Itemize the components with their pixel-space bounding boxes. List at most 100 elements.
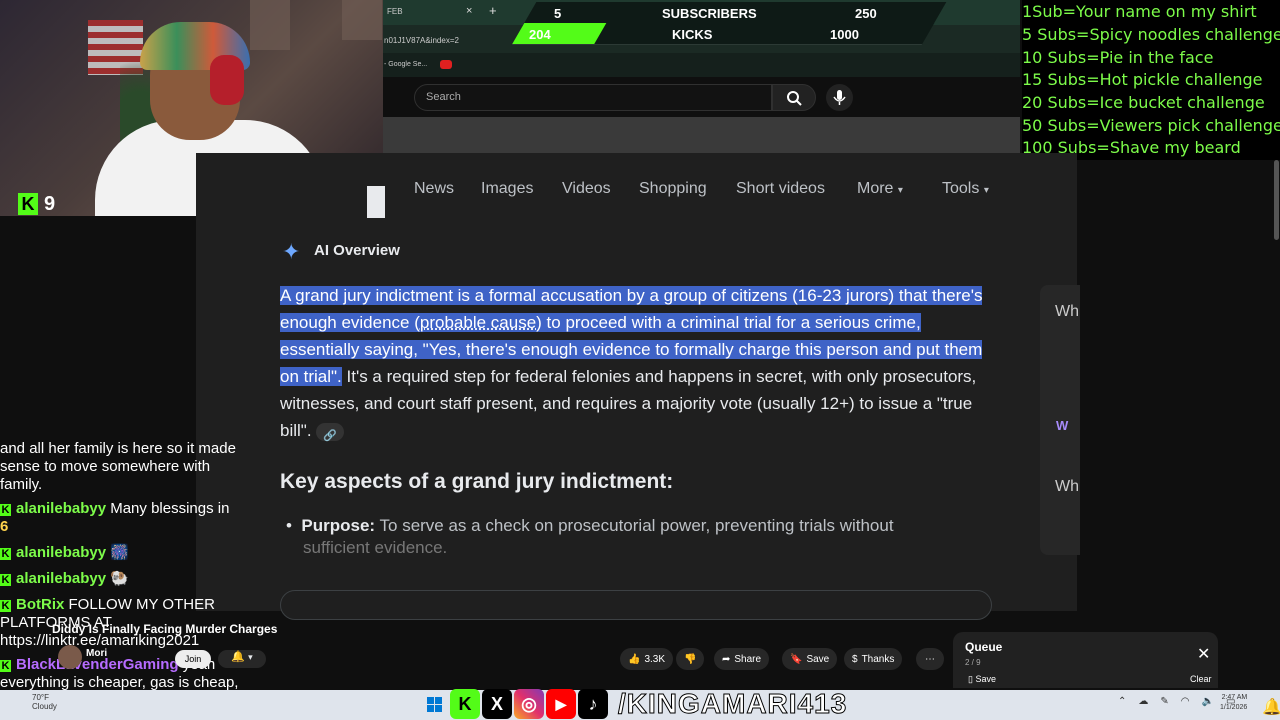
- search-placeholder[interactable]: Search: [426, 91, 461, 103]
- kick-badge-icon: K: [0, 574, 11, 586]
- sub-goal-item: 5 Subs=Spicy noodles challenge: [1022, 25, 1280, 44]
- tab-videos[interactable]: Videos: [562, 180, 611, 198]
- ai-sparkle-icon: ✦: [282, 239, 300, 265]
- queue-save-button[interactable]: ▯ Save: [968, 674, 996, 685]
- bookmark-google[interactable]: - Google Se...: [384, 61, 427, 68]
- notification-bell-icon[interactable]: 🔔: [1262, 697, 1274, 711]
- thumbs-up-icon: 👍: [628, 654, 640, 665]
- pen-icon[interactable]: ✎: [1160, 696, 1168, 707]
- w-logo-icon: W: [1056, 418, 1068, 433]
- body-text: It's a required step for federal felonie…: [280, 367, 976, 440]
- poster: [342, 0, 382, 40]
- share-icon: ➦: [722, 654, 730, 665]
- kicks-current: 204: [529, 27, 551, 42]
- voice-search-button[interactable]: [826, 84, 853, 111]
- clock[interactable]: 2:47 AM 1/1/2026: [1220, 693, 1247, 713]
- streamer-handle: /KINGAMARI413: [618, 688, 847, 720]
- wifi-icon[interactable]: ◠: [1181, 696, 1190, 707]
- video-title[interactable]: Diddy Is Finally Facing Murder Charges: [52, 622, 277, 636]
- queue-count: 2 / 9: [965, 658, 981, 667]
- system-tray: ⌃ ☁ ✎ ◠ 🔈 ▭: [1118, 696, 1235, 707]
- tab-short-videos[interactable]: Short videos: [736, 180, 825, 198]
- chat-message: Kalanilebabyy 🎆: [0, 544, 129, 562]
- kicks-goal-bar: [512, 23, 935, 45]
- dislike-button[interactable]: 👎: [676, 648, 704, 670]
- search-button[interactable]: [772, 84, 816, 111]
- windows-start-icon[interactable]: [427, 697, 442, 712]
- caret-down-icon: ▾: [898, 185, 903, 196]
- tab-tools[interactable]: Tools ▾: [942, 180, 989, 198]
- queue-clear-button[interactable]: Clear: [1190, 674, 1212, 684]
- video-top-strip: [383, 117, 1020, 153]
- weather-widget[interactable]: 70°F Cloudy: [32, 693, 57, 711]
- join-button[interactable]: Join: [175, 650, 211, 668]
- side-panel-text: Wh: [1055, 478, 1079, 496]
- chat-message: Kalanilebabyy 🐏: [0, 570, 129, 588]
- purpose-bullet: • Purpose: To serve as a check on prosec…: [286, 512, 894, 539]
- tab-news[interactable]: News: [414, 180, 454, 198]
- ai-overview-text: A grand jury indictment is a formal accu…: [280, 282, 992, 444]
- bookmark-icon: ▯: [968, 674, 973, 684]
- kick-badge-icon: K: [0, 504, 11, 516]
- browser-tab[interactable]: FEB: [387, 7, 403, 16]
- kick-viewer-count: K9: [18, 193, 55, 216]
- chat-message: and all her family is here so it made se…: [0, 440, 250, 494]
- key-aspects-heading: Key aspects of a grand jury indictment:: [280, 470, 673, 494]
- queue-title: Queue: [965, 640, 1002, 654]
- sub-goal-item: 10 Subs=Pie in the face: [1022, 48, 1213, 67]
- x-logo-icon: X: [482, 689, 512, 719]
- bookmarks-bar: [383, 53, 1020, 77]
- caret-down-icon: ▾: [984, 185, 989, 196]
- speaker-icon[interactable]: 🔈: [1202, 696, 1214, 707]
- kicks-label: KICKS: [672, 27, 712, 42]
- tab-all-indicator: [367, 186, 385, 218]
- subs-current: 5: [554, 6, 561, 21]
- stream-goals: 5 SUBSCRIBERS 250 204 KICKS 1000: [500, 0, 910, 45]
- more-actions-button[interactable]: ⋯: [916, 648, 944, 670]
- headphones: [210, 55, 244, 105]
- youtube-logo-icon: ▶: [546, 689, 576, 719]
- sub-goals-list: 1Sub=Your name on my shirt 5 Subs=Spicy …: [1022, 0, 1280, 160]
- tiktok-logo-icon: ♪: [578, 689, 608, 719]
- bookmark-icon: 🔖: [790, 654, 802, 665]
- save-button[interactable]: 🔖 Save: [782, 648, 837, 670]
- purpose-bullet-continued: sufficient evidence.: [303, 538, 447, 558]
- search-icon: [773, 85, 817, 112]
- tab-close-icon[interactable]: ×: [466, 5, 472, 17]
- url-text[interactable]: n01J1V87A&index=2: [384, 36, 459, 45]
- share-button[interactable]: ➦ Share: [714, 648, 769, 670]
- sub-goal-item: 1Sub=Your name on my shirt: [1022, 2, 1257, 21]
- chevron-up-icon[interactable]: ⌃: [1118, 696, 1126, 707]
- cloud-icon[interactable]: ☁: [1138, 696, 1148, 707]
- channel-avatar[interactable]: [58, 645, 82, 669]
- channel-name[interactable]: Mori: [86, 648, 107, 659]
- link-icon[interactable]: 🔗: [316, 423, 344, 441]
- chat-message: Kalanilebabyy Many blessings in 6: [0, 500, 250, 536]
- subscribe-bell-button[interactable]: 🔔 ▾: [218, 650, 266, 668]
- like-button[interactable]: 👍 3.3K: [620, 648, 673, 670]
- scrollbar-thumb[interactable]: [1274, 160, 1279, 240]
- subs-label: SUBSCRIBERS: [662, 6, 757, 21]
- probable-cause-link[interactable]: probable cause: [420, 313, 536, 332]
- mic-icon: [826, 84, 853, 111]
- bell-icon: 🔔: [231, 651, 245, 663]
- social-logos: K X ◎ ▶ ♪: [450, 688, 608, 720]
- new-tab-button[interactable]: +: [489, 3, 497, 18]
- chevron-down-icon: ▾: [248, 652, 253, 662]
- subs-target: 250: [855, 6, 877, 21]
- search-input[interactable]: [414, 84, 772, 111]
- ai-overview-title: AI Overview: [314, 242, 400, 259]
- sub-goal-item: 50 Subs=Viewers pick challenge: [1022, 116, 1280, 135]
- kick-logo-icon: K: [18, 193, 38, 215]
- tab-more[interactable]: More ▾: [857, 180, 903, 198]
- kick-logo-icon: K: [450, 689, 480, 719]
- side-panel-text: Wh: [1055, 303, 1079, 321]
- sub-goal-item: 15 Subs=Hot pickle challenge: [1022, 70, 1262, 89]
- youtube-bookmark-icon[interactable]: [440, 60, 452, 69]
- kicks-goal-fill: [512, 23, 606, 44]
- thanks-button[interactable]: $ Thanks: [844, 648, 902, 670]
- instagram-logo-icon: ◎: [514, 689, 544, 719]
- tab-images[interactable]: Images: [481, 180, 533, 198]
- close-icon[interactable]: ✕: [1197, 644, 1210, 664]
- tab-shopping[interactable]: Shopping: [639, 180, 707, 198]
